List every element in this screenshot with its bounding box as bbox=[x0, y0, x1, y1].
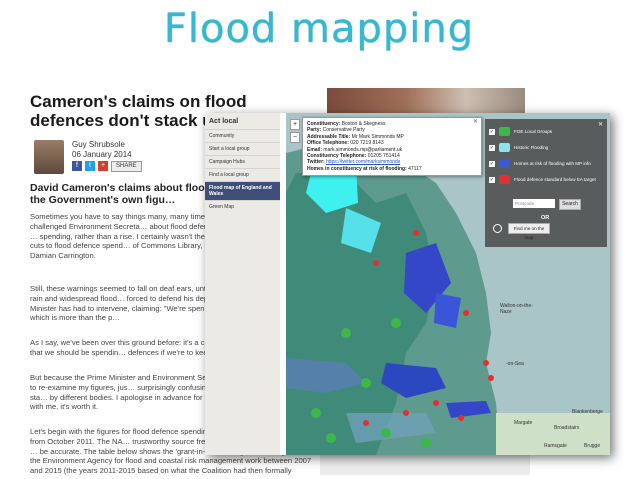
checkbox-checked-icon[interactable]: ✓ bbox=[489, 128, 495, 135]
zoom-control: + − bbox=[290, 119, 300, 145]
mp-title-value: Mr Mark Simmonds MP bbox=[351, 133, 404, 140]
article-date: 06 January 2014 bbox=[72, 150, 132, 159]
flood-map-screenshot: Act local Community Start a local group … bbox=[205, 113, 610, 455]
sidebar-item-find-group[interactable]: Find a local group bbox=[205, 168, 280, 181]
search-button[interactable]: Search bbox=[559, 199, 581, 210]
popup-label: Party: bbox=[307, 127, 322, 134]
place-label: Ramsgate bbox=[544, 443, 567, 449]
constituency-phone-value: 01205 751414 bbox=[367, 153, 400, 160]
popup-label: Email: bbox=[307, 146, 323, 153]
legend-label: Flood defence standard below EA target bbox=[514, 177, 596, 182]
popup-label: Homes in constituency at risk of floodin… bbox=[307, 165, 407, 172]
locate-icon[interactable] bbox=[493, 224, 502, 233]
find-me-button[interactable]: Find me on the map bbox=[508, 223, 550, 240]
cyan-swatch bbox=[499, 143, 510, 152]
sidebar-item-community[interactable]: Community bbox=[205, 129, 280, 142]
sidebar-item-campaign-hubs[interactable]: Campaign Hubs bbox=[205, 155, 280, 168]
office-phone-value: 020 7219 8143 bbox=[350, 140, 384, 147]
place-label: Blankenberge bbox=[572, 409, 603, 415]
popup-label: Twitter: bbox=[307, 159, 325, 166]
email-value: mark.simmonds.mp@parliament.uk bbox=[323, 146, 403, 153]
legend-label: Historic Flooding bbox=[514, 145, 549, 150]
legend-item-historic-flooding[interactable]: ✓ Historic Flooding bbox=[489, 143, 548, 152]
author-avatar bbox=[34, 140, 64, 174]
legend-item-foe-groups[interactable]: ✓ FOE Local Groups bbox=[489, 127, 552, 136]
legend-item-homes-at-risk[interactable]: ✓ Homes at risk of flooding with MP info bbox=[489, 159, 591, 168]
author-name: Guy Shrubsole bbox=[72, 140, 125, 149]
popup-label: Office Telephone: bbox=[307, 140, 349, 147]
share-bar: f t + SHARE bbox=[72, 160, 142, 172]
sidebar-item-flood-map[interactable]: Flood map of England and Wales bbox=[205, 181, 280, 200]
or-divider: OR bbox=[541, 215, 550, 221]
map-legend-panel: ✕ ✓ FOE Local Groups ✓ Historic Flooding… bbox=[485, 119, 607, 247]
place-label: Walton-on-the- Naze bbox=[500, 303, 533, 315]
place-label: Broadstairs bbox=[554, 425, 580, 431]
checkbox-checked-icon[interactable]: ✓ bbox=[489, 144, 495, 151]
sidebar-title: Act local bbox=[209, 118, 239, 125]
act-local-sidebar: Act local Community Start a local group … bbox=[205, 113, 280, 455]
constituency-value: Boston & Skegness bbox=[341, 121, 386, 127]
constituency-popup: ✕ Constituency: Boston & Skegness Party:… bbox=[302, 117, 482, 177]
checkbox-checked-icon[interactable]: ✓ bbox=[489, 160, 495, 167]
place-label: -on-Sea bbox=[506, 361, 524, 367]
slide-title: Flood mapping bbox=[163, 6, 475, 52]
map-canvas[interactable]: + − ✕ Constituency: Boston & Skegness Pa… bbox=[286, 113, 610, 455]
homes-at-risk-value: 47117 bbox=[408, 165, 422, 172]
popup-label: Addressable Title: bbox=[307, 133, 351, 140]
green-marker-swatch bbox=[499, 127, 510, 136]
legend-label: FOE Local Groups bbox=[514, 129, 553, 134]
legend-item-flood-defence[interactable]: ✓ Flood defence standard below EA target bbox=[489, 175, 596, 184]
sidebar-item-green-map[interactable]: Green Map bbox=[205, 200, 280, 213]
close-icon[interactable]: ✕ bbox=[598, 121, 603, 128]
place-label: Brugge bbox=[584, 443, 601, 449]
facebook-icon[interactable]: f bbox=[72, 161, 82, 171]
close-icon[interactable]: ✕ bbox=[473, 119, 478, 125]
party-value: Conservative Party bbox=[322, 127, 365, 134]
red-swatch bbox=[499, 175, 510, 184]
googleplus-icon[interactable]: + bbox=[98, 161, 108, 171]
postcode-input[interactable]: Postcode bbox=[513, 199, 555, 208]
zoom-out-button[interactable]: − bbox=[290, 132, 300, 143]
legend-label: Homes at risk of flooding with MP info bbox=[514, 161, 591, 166]
sidebar-item-start-group[interactable]: Start a local group bbox=[205, 142, 280, 155]
popup-label: Constituency: bbox=[307, 121, 341, 127]
checkbox-checked-icon[interactable]: ✓ bbox=[489, 176, 495, 183]
popup-label: Constituency Telephone: bbox=[307, 153, 367, 160]
place-label: Margate bbox=[514, 420, 533, 426]
twitter-icon[interactable]: t bbox=[85, 161, 95, 171]
zoom-in-button[interactable]: + bbox=[290, 119, 300, 130]
twitter-link[interactable]: https://twitter.com/marksimmonds bbox=[326, 159, 400, 165]
blue-swatch bbox=[499, 159, 510, 168]
share-button[interactable]: SHARE bbox=[111, 160, 142, 172]
